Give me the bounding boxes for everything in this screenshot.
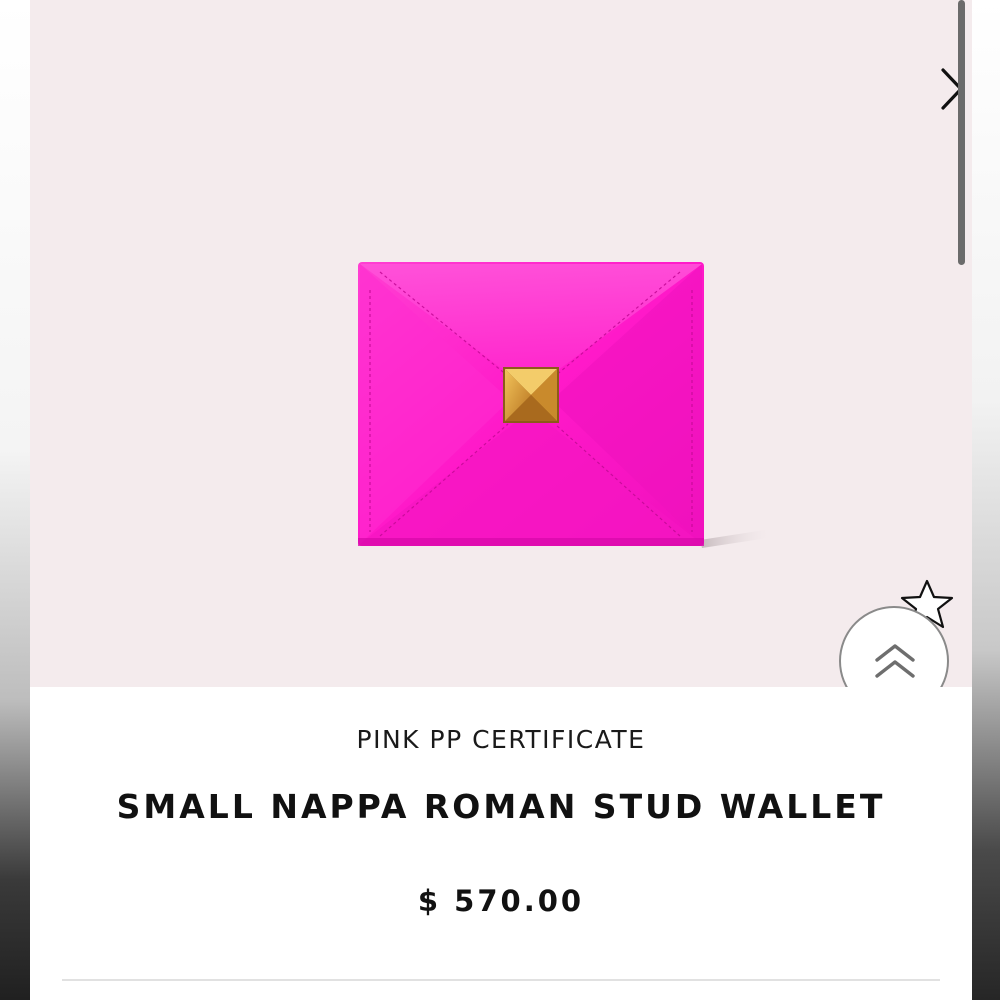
product-brand-line: PINK PP CERTIFICATE (356, 725, 646, 754)
chevron-right-icon (941, 68, 963, 110)
product-price: $ 570.00 (417, 884, 585, 918)
device-bezel-left (0, 0, 30, 1000)
screen: PINK PP CERTIFICATE SMALL NAPPA ROMAN ST… (0, 0, 1000, 1000)
product-image-carousel[interactable] (30, 0, 972, 716)
product-info: PINK PP CERTIFICATE SMALL NAPPA ROMAN ST… (30, 687, 972, 1000)
next-image-button[interactable] (928, 62, 978, 116)
divider (62, 979, 940, 981)
device-bezel-right (972, 0, 1000, 1000)
page-scrollbar[interactable] (958, 0, 965, 265)
double-chevron-up-icon (875, 644, 915, 678)
product-title: SMALL NAPPA ROMAN STUD WALLET (116, 787, 886, 826)
product-image (358, 262, 768, 548)
